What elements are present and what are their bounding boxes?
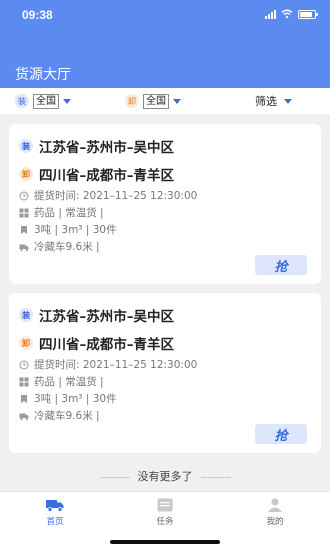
battery-icon — [298, 9, 318, 19]
clock-icon — [19, 360, 29, 369]
unload-region-filter[interactable]: 卸 全国 — [125, 93, 181, 109]
route-from: 装 江苏省–苏州市–吴中区 — [19, 136, 174, 156]
nav-item-profile[interactable]: 我的 — [245, 498, 305, 527]
status-time: 09:38 — [22, 8, 53, 22]
unload-chip: 卸 — [19, 167, 33, 181]
no-more-indicator: 没有更多了 — [0, 468, 330, 484]
load-chip: 装 — [15, 94, 29, 108]
truck-icon — [46, 500, 64, 512]
grab-order-button[interactable]: 抢 — [255, 424, 307, 444]
wifi-icon — [281, 9, 293, 19]
nav-item-tasks[interactable]: 任务 — [135, 498, 195, 527]
signal-icon — [265, 9, 276, 19]
header-bar: 09:38 货源大厅 — [0, 0, 330, 88]
chevron-down-icon — [173, 98, 181, 104]
route-to: 卸 四川省–成都市–青羊区 — [19, 164, 174, 184]
vehicle-info: 冷藏车9.6米 | — [34, 241, 100, 253]
status-icons — [265, 9, 318, 19]
divider — [200, 476, 231, 478]
goods-row: 药品 | 常温货 | — [19, 374, 104, 389]
filter-label: 筛选 — [255, 95, 277, 108]
page-title: 货源大厅 — [15, 67, 71, 83]
pickup-time-row: 提货时间: 2021–11–25 12:30:00 — [19, 357, 197, 372]
nav-label: 首页 — [46, 517, 64, 527]
chevron-down-icon — [284, 98, 292, 104]
spec-row: 3吨 | 3m³ | 30件 — [19, 222, 117, 237]
spec-row: 3吨 | 3m³ | 30件 — [19, 391, 117, 406]
from-address: 江苏省–苏州市–吴中区 — [39, 309, 174, 325]
unload-region-select[interactable]: 全国 — [143, 93, 169, 109]
pickup-time: 提货时间: 2021–11–25 12:30:00 — [34, 359, 198, 371]
goods-info: 药品 | 常温货 | — [34, 376, 104, 388]
truck-icon — [19, 413, 29, 420]
nav-label: 任务 — [156, 517, 174, 527]
to-address: 四川省–成都市–青羊区 — [39, 337, 174, 353]
unload-chip: 卸 — [125, 94, 139, 108]
spec-info: 3吨 | 3m³ | 30件 — [34, 393, 117, 405]
grid-icon — [19, 377, 29, 386]
unload-chip: 卸 — [19, 336, 33, 350]
bookmark-icon — [21, 394, 27, 403]
home-indicator — [110, 540, 220, 544]
user-icon — [268, 498, 282, 512]
nav-label: 我的 — [266, 517, 284, 527]
grid-icon — [19, 208, 29, 217]
to-address: 四川省–成都市–青羊区 — [39, 168, 174, 184]
route-from: 装 江苏省–苏州市–吴中区 — [19, 305, 174, 325]
vehicle-row: 冷藏车9.6米 | — [19, 239, 100, 254]
filter-bar: 装 全国 卸 全国 筛选 — [0, 88, 330, 114]
no-more-text: 没有更多了 — [137, 470, 193, 483]
from-address: 江苏省–苏州市–吴中区 — [39, 140, 174, 156]
task-icon — [157, 498, 173, 512]
screen-filter-button[interactable]: 筛选 — [255, 93, 292, 109]
load-chip: 装 — [19, 308, 33, 322]
pickup-time-row: 提货时间: 2021–11–25 12:30:00 — [19, 188, 197, 203]
spec-info: 3吨 | 3m³ | 30件 — [34, 224, 117, 236]
load-chip: 装 — [19, 139, 33, 153]
route-to: 卸 四川省–成都市–青羊区 — [19, 333, 174, 353]
goods-info: 药品 | 常温货 | — [34, 207, 104, 219]
load-region-filter[interactable]: 装 全国 — [15, 93, 71, 109]
vehicle-info: 冷藏车9.6米 | — [34, 410, 100, 422]
cargo-card[interactable]: 装 江苏省–苏州市–吴中区 卸 四川省–成都市–青羊区 提货时间: 2021–1… — [9, 124, 321, 284]
bookmark-icon — [21, 225, 27, 234]
pickup-time: 提货时间: 2021–11–25 12:30:00 — [34, 190, 198, 202]
grab-order-button[interactable]: 抢 — [255, 255, 307, 275]
chevron-down-icon — [63, 98, 71, 104]
cargo-card[interactable]: 装 江苏省–苏州市–吴中区 卸 四川省–成都市–青羊区 提货时间: 2021–1… — [9, 293, 321, 453]
nav-item-home[interactable]: 首页 — [25, 498, 85, 527]
divider — [99, 476, 130, 478]
load-region-select[interactable]: 全国 — [33, 93, 59, 109]
vehicle-row: 冷藏车9.6米 | — [19, 408, 100, 423]
goods-row: 药品 | 常温货 | — [19, 205, 104, 220]
clock-icon — [19, 191, 29, 200]
truck-icon — [19, 244, 29, 251]
